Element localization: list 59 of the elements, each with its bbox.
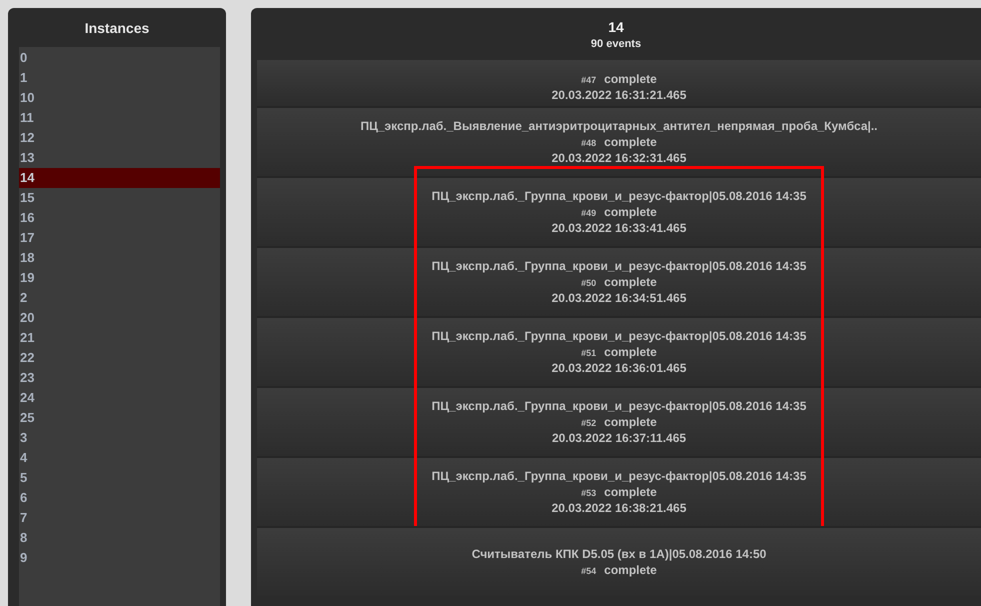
instance-item[interactable]: 21: [19, 328, 220, 348]
instance-item[interactable]: 24: [19, 388, 220, 408]
event-title: ПЦ_экспр.лаб._Группа_крови_и_резус-фактор|05.08.2016 14:35: [432, 399, 806, 413]
event-number: #47: [581, 75, 596, 85]
event-title: Считыватель КПК D5.05 (вх в 1А)|05.08.2016 14:50: [472, 547, 766, 561]
instance-item[interactable]: 4: [19, 448, 220, 468]
event-time: 20.03.2022 16:31:21.465: [552, 88, 686, 102]
event-time: 20.03.2022 16:37:11.465: [552, 431, 686, 445]
instance-item[interactable]: 13: [19, 148, 220, 168]
event-title: ПЦ_экспр.лаб._Группа_крови_и_резус-фактор|05.08.2016 14:35: [432, 259, 806, 273]
instance-item[interactable]: 20: [19, 308, 220, 328]
instance-item[interactable]: 25: [19, 408, 220, 428]
panel-title: 14: [608, 18, 624, 34]
instance-item[interactable]: 8: [19, 528, 220, 548]
instance-item[interactable]: 23: [19, 368, 220, 388]
event-status: complete: [604, 72, 657, 86]
panel-title: Instances: [84, 20, 150, 36]
event-status: complete: [604, 275, 657, 289]
event-number: #51: [581, 348, 596, 358]
event-count: 90 events: [590, 38, 642, 50]
instance-item[interactable]: 17: [19, 228, 220, 248]
instance-item[interactable]: 22: [19, 348, 220, 368]
instance-item[interactable]: 10: [19, 88, 220, 108]
instance-item[interactable]: 12: [19, 128, 220, 148]
instance-item[interactable]: 1: [19, 68, 220, 88]
event-status: complete: [604, 205, 657, 219]
instance-item[interactable]: 16: [19, 208, 220, 228]
instance-item[interactable]: 18: [19, 248, 220, 268]
instance-item[interactable]: 15: [19, 188, 220, 208]
event-status: complete: [604, 345, 657, 359]
event-title: ПЦ_экспр.лаб._Выявление_антиэритроцитарных_антител_непрямая_проба_Кумбса|..: [360, 119, 878, 133]
event-time: 20.03.2022 16:38:21.465: [552, 501, 686, 515]
instance-item[interactable]: 3: [19, 428, 220, 448]
event-status: complete: [604, 563, 657, 577]
event-time: 20.03.2022 16:33:41.465: [552, 221, 686, 235]
event-time: 20.03.2022 16:34:51.465: [552, 291, 686, 305]
event-time: 20.03.2022 16:32:31.465: [552, 151, 686, 165]
event-number: #50: [581, 278, 596, 288]
instance-item[interactable]: 11: [19, 108, 220, 128]
event-number: #53: [581, 488, 596, 498]
instance-item[interactable]: 19: [19, 268, 220, 288]
event-status: complete: [604, 415, 657, 429]
event-status: complete: [604, 485, 657, 499]
event-number: #52: [581, 418, 596, 428]
instance-item[interactable]: 7: [19, 508, 220, 528]
instance-item[interactable]: 9: [19, 548, 220, 568]
event-number: #49: [581, 208, 596, 218]
event-time: 20.03.2022 16:36:01.465: [552, 361, 686, 375]
event-title: ПЦ_экспр.лаб._Группа_крови_и_резус-фактор|05.08.2016 14:35: [432, 469, 806, 483]
instance-item[interactable]: 2: [19, 288, 220, 308]
event-title: ПЦ_экспр.лаб._Группа_крови_и_резус-фактор|05.08.2016 14:35: [432, 329, 806, 343]
event-status: complete: [604, 135, 657, 149]
event-title: ПЦ_экспр.лаб._Группа_крови_и_резус-фактор|05.08.2016 14:35: [432, 189, 806, 203]
instance-item[interactable]: 14: [19, 168, 220, 188]
instance-item[interactable]: 6: [19, 488, 220, 508]
event-number: #54: [581, 566, 596, 576]
event-number: #48: [581, 138, 596, 148]
instance-item[interactable]: 0: [19, 48, 220, 68]
instance-item[interactable]: 5: [19, 468, 220, 488]
